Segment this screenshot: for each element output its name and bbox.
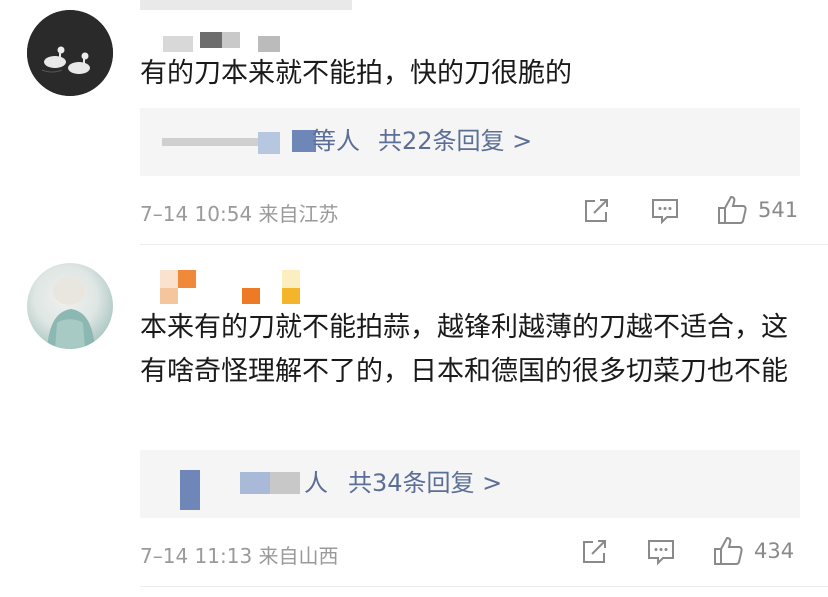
like-button[interactable]: 434 [712, 535, 794, 567]
timestamp: 7–14 10:54 [140, 202, 253, 226]
reply-users-suffix: 人 [304, 469, 328, 497]
top-gray-bar [140, 0, 352, 10]
location: 来自山西 [258, 544, 339, 568]
like-count: 541 [758, 198, 799, 222]
share-button[interactable] [582, 197, 610, 225]
avatar[interactable] [27, 10, 113, 96]
person-avatar-image [47, 277, 95, 349]
share-icon [585, 199, 608, 222]
comment-text: 有的刀本来就不能拍，快的刀很脆的 [140, 58, 572, 89]
reply-count-link[interactable]: 共34条回复 > [348, 468, 502, 498]
thumbs-up-icon [718, 195, 747, 224]
comment-button[interactable] [650, 197, 680, 225]
comment-icon [652, 199, 678, 225]
divider [140, 586, 828, 587]
thumbs-up-icon [714, 536, 743, 565]
geese-avatar-image [27, 10, 113, 96]
like-button[interactable]: 541 [716, 194, 798, 226]
comment-button[interactable] [646, 538, 676, 566]
share-button[interactable] [580, 538, 608, 566]
reply-count-link[interactable]: 共22条回复 > [378, 126, 532, 156]
avatar[interactable] [27, 263, 113, 349]
like-count: 434 [754, 539, 795, 563]
comment-meta: 7–14 10:54 来自江苏 [140, 198, 339, 227]
timestamp: 7–14 11:13 [140, 544, 253, 568]
comment-meta: 7–14 11:13 来自山西 [140, 540, 339, 569]
reply-summary[interactable]: 等人 共22条回复 > [140, 108, 800, 176]
comment-text: 本来有的刀就不能拍蒜，越锋利越薄的刀越不适合，这有啥奇怪理解不了的，日本和德国的… [140, 312, 788, 387]
share-icon [583, 540, 606, 563]
reply-users-suffix: 等人 [312, 127, 360, 155]
divider [140, 244, 828, 245]
comment-icon [648, 540, 674, 566]
location: 来自江苏 [258, 202, 339, 226]
reply-summary[interactable]: 人 共34条回复 > [140, 450, 800, 518]
